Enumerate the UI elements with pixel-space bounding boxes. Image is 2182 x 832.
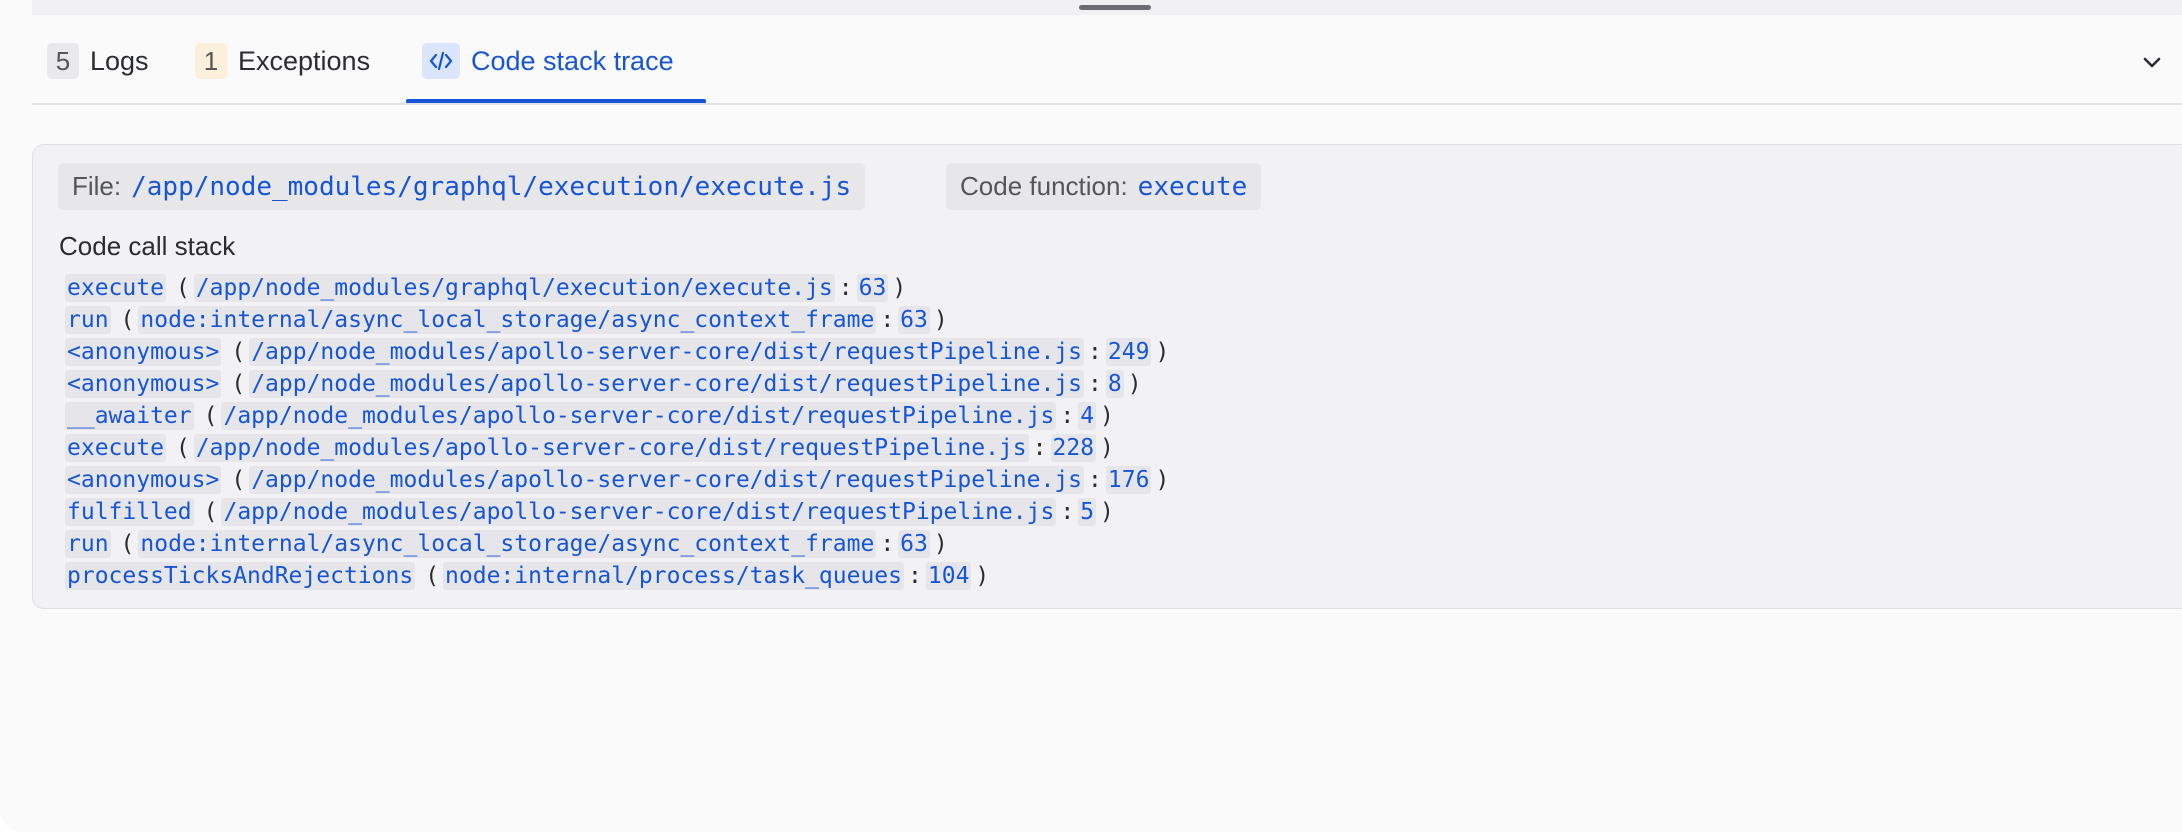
call-stack-heading: Code call stack [59,231,236,261]
frame-file[interactable]: node:internal/async_local_storage/async_… [138,306,877,334]
open-paren: ( [175,435,190,461]
tab-bar: 5 Logs 1 Exceptions Code stack trace [32,15,2182,105]
frame-function[interactable]: execute [65,274,166,302]
frame-line-number[interactable]: 4 [1078,402,1097,430]
exceptions-count-badge: 1 [195,43,227,79]
close-paren: ) [892,275,907,301]
frame-function[interactable]: <anonymous> [65,370,222,398]
close-paren: ) [1100,435,1114,461]
function-label: Code function: [960,171,1128,201]
frame-line-number[interactable]: 249 [1105,338,1152,366]
frame-line-number[interactable]: 5 [1078,498,1097,526]
line-separator: : [1060,403,1075,429]
stack-frame: <anonymous> (/app/node_modules/apollo-ser… [65,368,1173,400]
open-paren: ( [120,307,135,333]
open-paren: ( [231,371,246,397]
frame-file[interactable]: /app/node_modules/graphql/execution/exec… [193,274,835,302]
line-separator: : [1060,499,1075,525]
frame-function[interactable]: <anonymous> [65,338,222,366]
stack-frame: fulfilled (/app/node_modules/apollo-serve… [65,496,1173,528]
file-path[interactable]: /app/node_modules/graphql/execution/exec… [131,172,851,202]
open-paren: ( [231,339,246,365]
stack-frame: run (node:internal/async_local_storage/as… [65,528,1173,560]
frame-function[interactable]: run [65,530,111,558]
frame-line-number[interactable]: 228 [1050,434,1097,462]
line-separator: : [880,531,895,557]
stack-frame: processTicksAndRejections (node:internal/… [65,560,1173,592]
tab-logs-label: Logs [90,45,149,76]
frame-line-number[interactable]: 104 [925,562,972,590]
chevron-down-icon[interactable] [2139,51,2165,73]
function-name[interactable]: execute [1138,172,1248,202]
frame-function[interactable]: execute [65,434,166,462]
frame-file[interactable]: /app/node_modules/apollo-server-core/dis… [221,498,1057,526]
frame-function[interactable]: run [65,306,111,334]
frame-function[interactable]: __awaiter [65,402,194,430]
close-paren: ) [933,531,948,557]
file-label: File: [72,171,122,201]
active-tab-indicator [406,99,706,103]
stack-frame: execute (/app/node_modules/apollo-server-… [65,432,1173,464]
line-separator: : [908,563,922,589]
frame-line-number[interactable]: 63 [898,306,930,334]
close-paren: ) [1100,499,1114,525]
frame-function[interactable]: <anonymous> [65,466,222,494]
close-paren: ) [1100,403,1114,429]
line-separator: : [1088,339,1102,365]
frame-line-number[interactable]: 63 [898,530,930,558]
call-stack-list: execute(/app/node_modules/graphql/execut… [65,272,1173,592]
close-paren: ) [1155,467,1170,493]
open-paren: ( [175,275,190,301]
line-separator: : [880,307,895,333]
stack-frame: <anonymous> (/app/node_modules/apollo-ser… [65,336,1173,368]
logs-count-badge: 5 [47,43,79,79]
open-paren: ( [120,531,135,557]
stack-trace-card: File: /app/node_modules/graphql/executio… [32,144,2182,609]
line-separator: : [1088,467,1102,493]
frame-file[interactable]: /app/node_modules/apollo-server-core/dis… [221,402,1057,430]
tab-code-stack-trace[interactable]: Code stack trace [422,43,674,79]
open-paren: ( [203,403,218,429]
close-paren: ) [933,307,948,333]
close-paren: ) [1155,339,1170,365]
resize-handle[interactable] [1079,5,1151,10]
tab-exceptions-label: Exceptions [238,45,371,76]
frame-file[interactable]: node:internal/process/task_queues [443,562,905,590]
stack-frame: execute (/app/node_modules/graphql/execut… [65,272,1173,304]
function-chip: Code function: execute [946,163,1262,210]
open-paren: ( [425,563,440,589]
open-paren: ( [203,499,218,525]
file-chip: File: /app/node_modules/graphql/executio… [58,163,866,210]
tab-code-stack-trace-label: Code stack trace [471,45,674,76]
frame-function[interactable]: fulfilled [65,498,194,526]
frame-file[interactable]: /app/node_modules/apollo-server-core/dis… [249,338,1085,366]
line-separator: : [1088,371,1102,397]
line-separator: : [838,275,853,301]
frame-file[interactable]: node:internal/async_local_storage/async_… [138,530,877,558]
frame-file[interactable]: /app/node_modules/apollo-server-core/dis… [193,434,1029,462]
frame-line-number[interactable]: 63 [856,274,889,302]
stack-frame: run (node:internal/async_local_storage/as… [65,304,1173,336]
details-panel: 5 Logs 1 Exceptions Code stack trace Fil… [0,0,2182,832]
stack-frame: <anonymous> (/app/node_modules/apollo-ser… [65,464,1173,496]
frame-file[interactable]: /app/node_modules/apollo-server-core/dis… [249,466,1085,494]
code-icon [422,43,460,79]
line-separator: : [1032,435,1047,461]
frame-line-number[interactable]: 176 [1105,466,1152,494]
frame-file[interactable]: /app/node_modules/apollo-server-core/dis… [249,370,1085,398]
frame-line-number[interactable]: 8 [1105,370,1124,398]
close-paren: ) [975,563,990,589]
tab-logs[interactable]: 5 Logs [47,43,149,79]
close-paren: ) [1127,371,1142,397]
open-paren: ( [231,467,246,493]
frame-function[interactable]: processTicksAndRejections [65,562,416,590]
tab-exceptions[interactable]: 1 Exceptions [195,43,370,79]
stack-frame: __awaiter (/app/node_modules/apollo-serve… [65,400,1173,432]
